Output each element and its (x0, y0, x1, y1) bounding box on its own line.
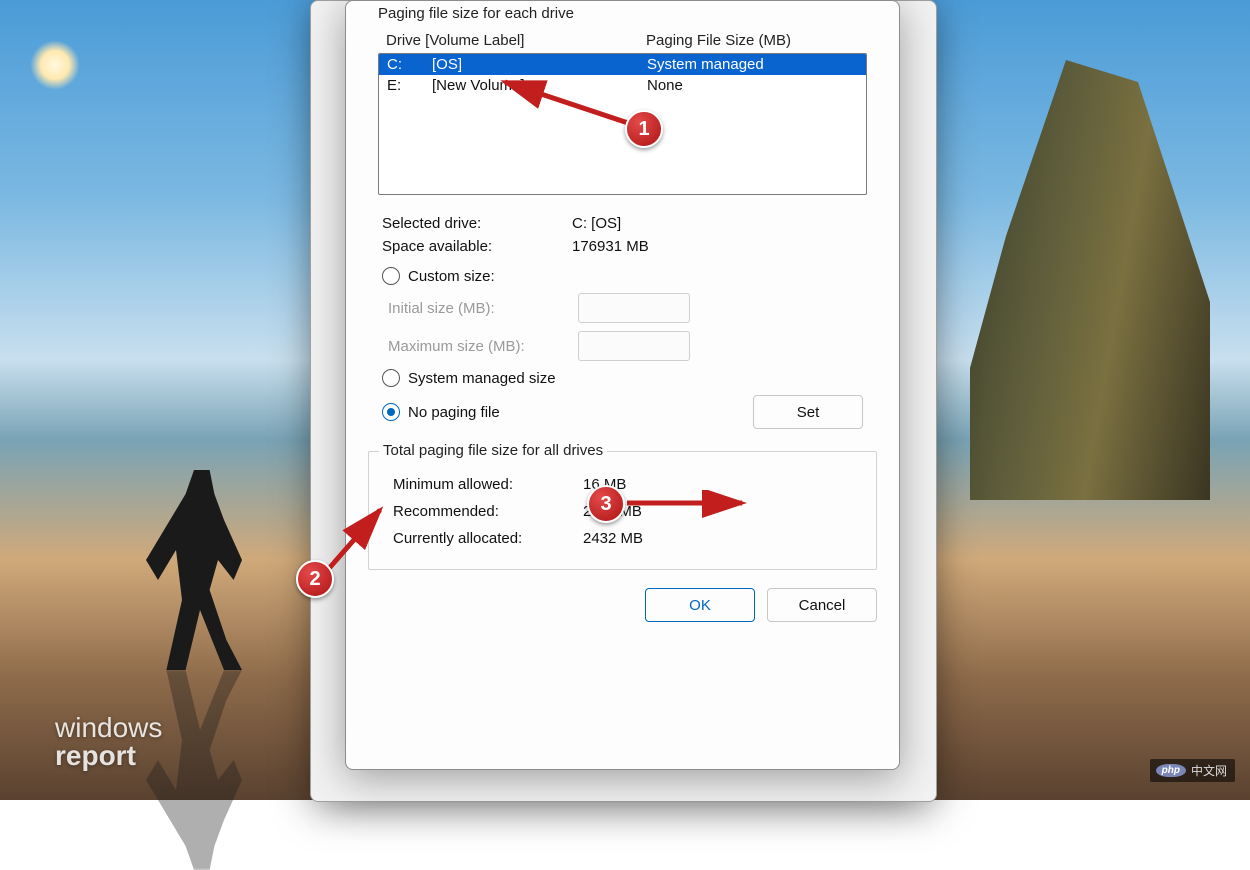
header-drive-col: Drive [Volume Label] (386, 32, 646, 49)
drive-list-header: Drive [Volume Label] Paging File Size (M… (378, 28, 867, 53)
radio-system-managed[interactable]: System managed size (382, 369, 863, 387)
currently-allocated-value: 2432 MB (583, 530, 852, 547)
cancel-button[interactable]: Cancel (767, 588, 877, 622)
selected-drive-label: Selected drive: (382, 215, 572, 232)
totals-title: Total paging file size for all drives (379, 442, 607, 459)
drive-letter: E: (387, 77, 432, 94)
selected-drive-value: C: [OS] (572, 215, 863, 232)
php-cn-badge: php 中文网 (1150, 759, 1235, 782)
initial-size-input (578, 293, 690, 323)
space-available-value: 176931 MB (572, 238, 863, 255)
annotation-badge-1: 1 (625, 110, 663, 148)
set-button[interactable]: Set (753, 395, 863, 429)
php-logo-icon: php (1156, 764, 1186, 777)
php-badge-text: 中文网 (1191, 762, 1227, 779)
ok-button-label: OK (689, 597, 711, 614)
radio-custom-size[interactable]: Custom size: (382, 267, 863, 285)
cancel-button-label: Cancel (799, 597, 846, 614)
drive-paging-size: None (647, 77, 858, 94)
space-available-label: Space available: (382, 238, 572, 255)
drive-paging-size: System managed (647, 56, 858, 73)
watermark-windows-report: windows report (55, 714, 162, 770)
paging-per-drive-group: Paging file size for each drive Drive [V… (368, 1, 877, 441)
custom-size-fields: Initial size (MB): Maximum size (MB): (388, 293, 867, 361)
wallpaper-runner (140, 470, 260, 670)
drive-letter: C: (387, 56, 432, 73)
initial-size-label: Initial size (MB): (388, 300, 578, 317)
radio-no-paging-label: No paging file (408, 404, 500, 421)
radio-icon (382, 267, 400, 285)
maximum-size-label: Maximum size (MB): (388, 338, 578, 355)
recommended-label: Recommended: (393, 503, 583, 520)
radio-system-managed-label: System managed size (408, 370, 556, 387)
set-button-label: Set (797, 404, 820, 421)
radio-custom-size-label: Custom size: (408, 268, 495, 285)
watermark-line2: report (55, 742, 162, 770)
dialog-button-row: OK Cancel (368, 588, 877, 622)
header-size-col: Paging File Size (MB) (646, 32, 859, 49)
watermark-line1: windows (55, 714, 162, 742)
annotation-badge-2: 2 (296, 560, 334, 598)
currently-allocated-label: Currently allocated: (393, 530, 583, 547)
annotation-arrow-3 (622, 490, 752, 520)
drive-label: [OS] (432, 56, 647, 73)
ok-button[interactable]: OK (645, 588, 755, 622)
maximum-size-input (578, 331, 690, 361)
min-allowed-label: Minimum allowed: (393, 476, 583, 493)
annotation-badge-3: 3 (587, 485, 625, 523)
radio-icon (382, 369, 400, 387)
radio-no-paging[interactable]: No paging file (382, 403, 500, 421)
section-title: Paging file size for each drive (378, 5, 867, 22)
selected-drive-info: Selected drive: C: [OS] Space available:… (382, 215, 863, 255)
radio-icon (382, 403, 400, 421)
